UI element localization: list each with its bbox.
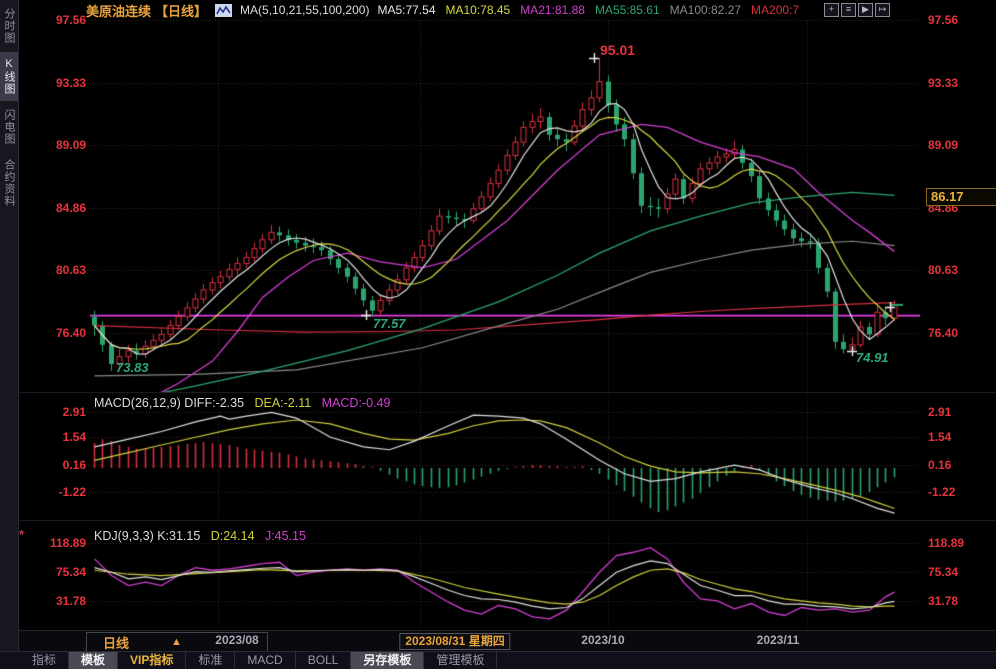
ma-value-label: MA200:7: [751, 3, 799, 17]
macd-dea-label: DEA:-2.11: [254, 396, 311, 410]
ma-value-label: MA55:85.61: [595, 3, 660, 17]
ma-value-label: MA5:77.54: [377, 3, 435, 17]
y-axis-label: 76.40: [30, 326, 86, 340]
ma-values: MA5:77.54 MA10:78.45 MA21:81.88 MA55:85.61 M…: [377, 3, 809, 17]
y-axis-label: 2.91: [30, 405, 86, 419]
chart-annotation: 73.83: [116, 360, 149, 375]
ma55-price-tag: 86.17: [926, 188, 996, 206]
toolbar-item-3[interactable]: 标准: [186, 652, 235, 669]
sidebar-item-2[interactable]: 闪电图: [0, 103, 18, 151]
y-axis-label: 31.78: [30, 594, 86, 608]
y-axis-label: 2.91: [928, 405, 984, 419]
y-axis-label: 1.54: [30, 430, 86, 444]
y-axis-label: 75.34: [30, 565, 86, 579]
toolbar-item-2[interactable]: VIP指标: [118, 652, 186, 669]
y-axis-label: 89.09: [928, 138, 984, 152]
y-axis-label: 76.40: [928, 326, 984, 340]
x-axis-tick: 2023/08: [215, 633, 258, 647]
chart-annotation: 95.01: [600, 42, 635, 58]
toolbar-item-7[interactable]: 管理模板: [424, 652, 497, 669]
macd-label-row: MACD(26,12,9) DIFF:-2.35 DEA:-2.11 MACD:…: [94, 396, 390, 410]
y-axis-label: 89.09: [30, 138, 86, 152]
period-tag: 【日线】: [155, 1, 207, 20]
ma-value-label: MA100:82.27: [670, 3, 741, 17]
trading-app-window: 分时图 K线图闪电图合约资料 美原油连续 【日线】 MA(5,10,21,55,1…: [0, 0, 996, 669]
y-axis-label: 118.89: [30, 536, 86, 550]
y-axis-label: 93.33: [928, 76, 984, 90]
y-axis-label: 31.78: [928, 594, 984, 608]
chart-annotation: 77.57: [373, 316, 406, 331]
ma-settings-label: MA(5,10,21,55,100,200): [240, 3, 369, 17]
kdj-j-label: J:45.15: [265, 529, 306, 543]
chart-type-icon[interactable]: [215, 4, 232, 17]
sidebar-item-1[interactable]: K线图: [0, 52, 18, 101]
y-axis-label: 118.89: [928, 536, 984, 550]
kdj-d-label: D:24.14: [211, 529, 255, 543]
kdj-params-label: KDJ(9,3,3) K:31.15: [94, 529, 200, 543]
next-icon[interactable]: ▶: [858, 3, 873, 17]
toolbar-item-1[interactable]: 模板: [69, 652, 118, 669]
y-axis-label: -1.22: [30, 485, 86, 499]
y-axis-label: 0.16: [30, 458, 86, 472]
y-axis-label: -1.22: [928, 485, 984, 499]
y-axis-label: 0.16: [928, 458, 984, 472]
y-axis-label: 93.33: [30, 76, 86, 90]
toolbar-item-5[interactable]: BOLL: [296, 652, 352, 669]
toolbar-item-6[interactable]: 另存模板: [351, 652, 424, 669]
x-axis-tick: 2023/10: [581, 633, 624, 647]
y-axis-label: 1.54: [928, 430, 984, 444]
grid-icon[interactable]: +: [824, 3, 839, 17]
period-label: 日线: [103, 633, 129, 652]
indicator-flag-icon[interactable]: *: [19, 527, 24, 542]
left-sidebar: 分时图 K线图闪电图合约资料: [0, 0, 19, 651]
time-axis-bar: 日线 ▲ 2023/08 2023/08/31 星期四 2023/10 2023/11: [19, 630, 996, 652]
ma-value-label: MA10:78.45: [446, 3, 511, 17]
chart-canvas[interactable]: [0, 0, 996, 669]
crosshair-date-label: 2023/08/31 星期四: [399, 633, 510, 650]
ma-value-label: MA21:81.88: [520, 3, 585, 17]
symbol-title: 美原油连续: [86, 1, 151, 20]
period-arrow-icon: ▲: [171, 636, 182, 648]
macd-macd-label: MACD:-0.49: [322, 396, 391, 410]
axis-icon[interactable]: ≡: [841, 3, 856, 17]
kdj-label-row: KDJ(9,3,3) K:31.15 D:24.14 J:45.15: [94, 529, 306, 543]
bottom-toolbar: 指标模板VIP指标标准MACDBOLL另存模板管理模板: [0, 651, 996, 669]
y-axis-label: 75.34: [928, 565, 984, 579]
x-axis-tick: 2023/11: [757, 633, 800, 647]
y-axis-label: 80.63: [30, 263, 86, 277]
y-axis-label: 80.63: [928, 263, 984, 277]
toolbar-item-0[interactable]: 指标: [20, 652, 69, 669]
sidebar-item-0[interactable]: 分时图: [0, 2, 18, 50]
toolbar-item-4[interactable]: MACD: [235, 652, 295, 669]
chart-annotation: 74.91: [856, 350, 889, 365]
header-corner-icons: +≡▶↦: [824, 3, 890, 17]
macd-params-label: MACD(26,12,9) DIFF:-2.35: [94, 396, 244, 410]
sidebar-item-3[interactable]: 合约资料: [0, 153, 18, 213]
y-axis-label: 84.86: [30, 201, 86, 215]
jump-icon[interactable]: ↦: [875, 3, 890, 17]
